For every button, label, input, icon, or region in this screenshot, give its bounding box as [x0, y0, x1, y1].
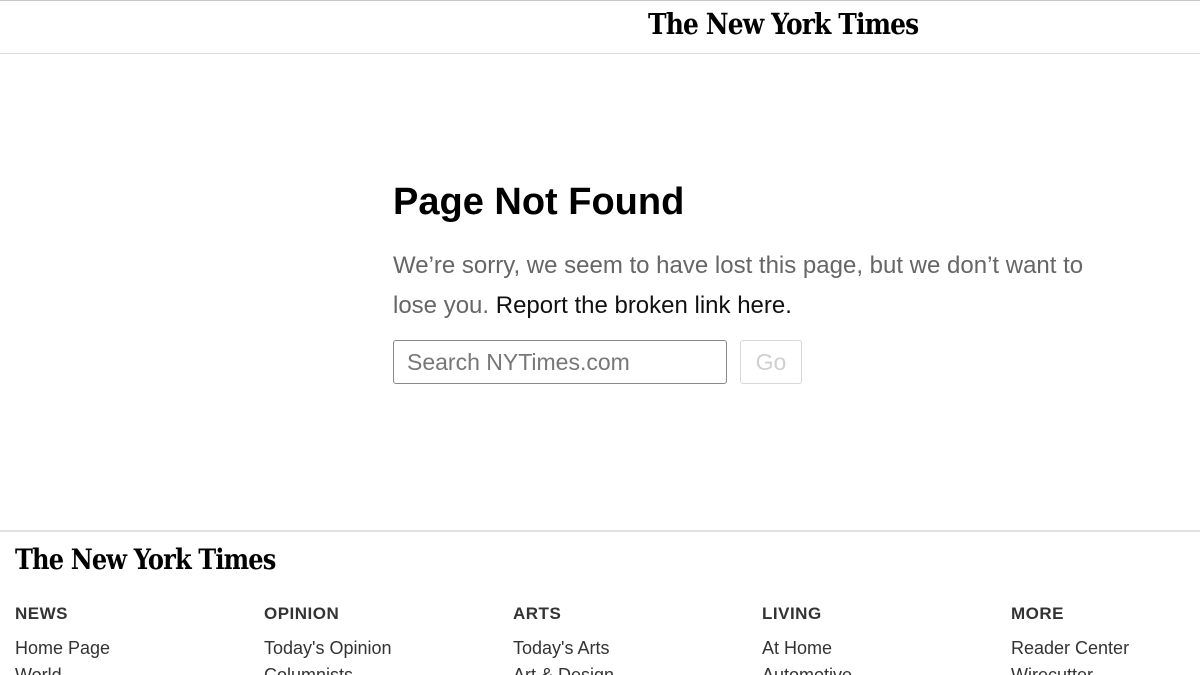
footer-heading: NEWS	[15, 604, 68, 623]
footer-heading: MORE	[1011, 604, 1064, 623]
page: The New York Times Page Not Found We’re …	[0, 0, 1200, 675]
footer-column-opinion: OPINION Today's Opinion Columnists	[264, 603, 504, 675]
main-content: Page Not Found We’re sorry, we seem to h…	[393, 176, 1153, 384]
footer-link[interactable]: Home Page	[15, 635, 255, 662]
masthead-logo[interactable]: The New York Times	[648, 7, 919, 41]
footer-heading: ARTS	[513, 604, 562, 623]
footer-link[interactable]: World	[15, 662, 255, 675]
site-footer: The New York Times NEWS Home Page World …	[0, 530, 1200, 675]
error-message: We’re sorry, we seem to have lost this p…	[393, 246, 1133, 326]
footer-heading: LIVING	[762, 604, 822, 623]
footer-column-news: NEWS Home Page World	[15, 603, 255, 675]
footer-link[interactable]: Wirecutter	[1011, 662, 1191, 675]
footer-link[interactable]: At Home	[762, 635, 1002, 662]
footer-heading: OPINION	[264, 604, 340, 623]
go-button[interactable]: Go	[740, 340, 802, 384]
footer-link[interactable]: Reader Center	[1011, 635, 1191, 662]
page-title: Page Not Found	[393, 181, 685, 223]
footer-column-arts: ARTS Today's Arts Art & Design	[513, 603, 753, 675]
footer-column-more: MORE Reader Center Wirecutter	[1011, 603, 1191, 675]
report-broken-link[interactable]: Report the broken link here.	[496, 292, 792, 319]
top-header: The New York Times	[0, 0, 1200, 54]
footer-link[interactable]: Today's Opinion	[264, 635, 504, 662]
footer-link[interactable]: Art & Design	[513, 662, 753, 675]
footer-logo[interactable]: The New York Times	[15, 543, 276, 576]
footer-link[interactable]: Columnists	[264, 662, 504, 675]
footer-column-living: LIVING At Home Automotive	[762, 603, 1002, 675]
footer-link[interactable]: Automotive	[762, 662, 1002, 675]
search-form: Go	[393, 340, 893, 386]
search-input[interactable]	[393, 340, 727, 384]
footer-link[interactable]: Today's Arts	[513, 635, 753, 662]
